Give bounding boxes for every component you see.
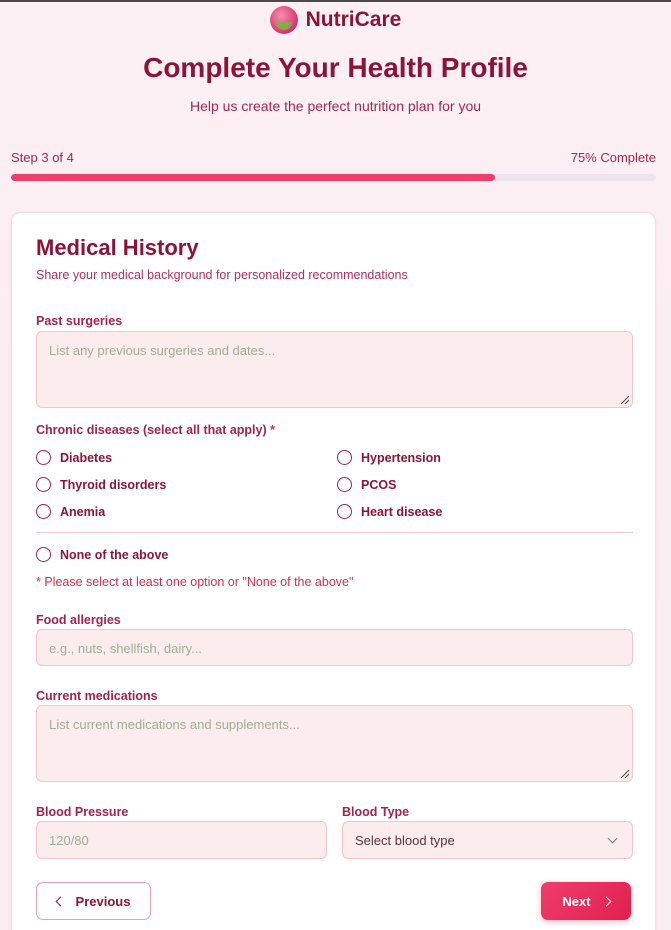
option-hypertension[interactable]: Hypertension [337,450,441,465]
radio-circle-icon[interactable] [36,504,51,519]
previous-button-label: Previous [75,893,131,909]
blood-pressure-input[interactable]: 120/80 [36,821,327,859]
next-button-label: Next [562,893,591,909]
blood-pressure-label: Blood Pressure [36,805,129,819]
chevron-left-icon [55,896,65,906]
option-heart-disease[interactable]: Heart disease [337,504,442,519]
option-label: PCOS [361,477,397,492]
blood-type-label: Blood Type [342,805,410,819]
option-anemia[interactable]: Anemia [36,504,105,519]
radio-circle-icon[interactable] [36,477,51,492]
radio-circle-icon[interactable] [337,450,352,465]
option-pcos[interactable]: PCOS [337,477,396,492]
past-surgeries-label: Past surgeries [36,314,123,328]
blood-type-select[interactable]: Select blood type [342,821,633,859]
options-divider [36,532,633,533]
food-allergies-placeholder: e.g., nuts, shellfish, dairy... [49,641,202,656]
blood-type-selected: Select blood type [355,832,455,848]
resize-handle-icon[interactable] [621,396,629,404]
radio-circle-icon[interactable] [36,450,51,465]
radio-circle-icon[interactable] [36,547,51,562]
previous-button[interactable]: Previous [36,882,151,920]
radio-circle-icon[interactable] [337,477,352,492]
past-surgeries-placeholder: List any previous surgeries and dates... [49,343,276,358]
option-label: Diabetes [60,450,113,465]
chronic-diseases-label-text: Chronic diseases (select all that apply) [36,423,267,437]
medical-history-card: Medical History Share your medical backg… [11,212,656,930]
section-title: Medical History [36,235,199,260]
resize-handle-icon[interactable] [621,770,629,778]
page-subtitle: Help us create the perfect nutrition pla… [189,98,482,114]
option-diabetes[interactable]: Diabetes [36,450,112,465]
progress-percent-label: 75% Complete [570,150,656,165]
chronic-diseases-label: Chronic diseases (select all that apply)… [36,423,633,437]
option-label: Anemia [60,504,106,519]
page-title: Complete Your Health Profile [143,52,528,83]
brand-header: NutriCare [0,4,671,36]
chevron-right-icon [601,896,612,906]
past-surgeries-textarea[interactable]: List any previous surgeries and dates... [36,331,633,408]
medications-textarea[interactable]: List current medications and supplements… [36,705,633,782]
brand-name: NutriCare [305,8,402,31]
food-allergies-input[interactable]: e.g., nuts, shellfish, dairy... [36,629,633,666]
option-none-of-the-above[interactable]: None of the above [36,547,168,562]
next-button[interactable]: Next [541,882,631,920]
option-label: Thyroid disorders [60,477,167,492]
option-label: None of the above [60,547,169,562]
medications-placeholder: List current medications and supplements… [49,717,300,732]
food-allergies-label: Food allergies [36,613,121,627]
radio-circle-icon[interactable] [337,504,352,519]
section-subtitle: Share your medical background for person… [36,268,408,282]
option-label: Hypertension [361,450,441,465]
nutricare-logo-icon [269,6,298,34]
validation-error: * Please select at least one option or "… [36,575,354,589]
step-label: Step 3 of 4 [11,150,74,165]
chevron-down-icon [607,833,618,843]
medications-label: Current medications [36,689,158,703]
option-thyroid-disorders[interactable]: Thyroid disorders [36,477,166,492]
option-label: Heart disease [361,504,443,519]
progress-bar-fill [11,174,495,181]
blood-pressure-placeholder: 120/80 [49,833,89,848]
progress-bar [11,174,656,181]
required-mark: * [270,423,275,437]
